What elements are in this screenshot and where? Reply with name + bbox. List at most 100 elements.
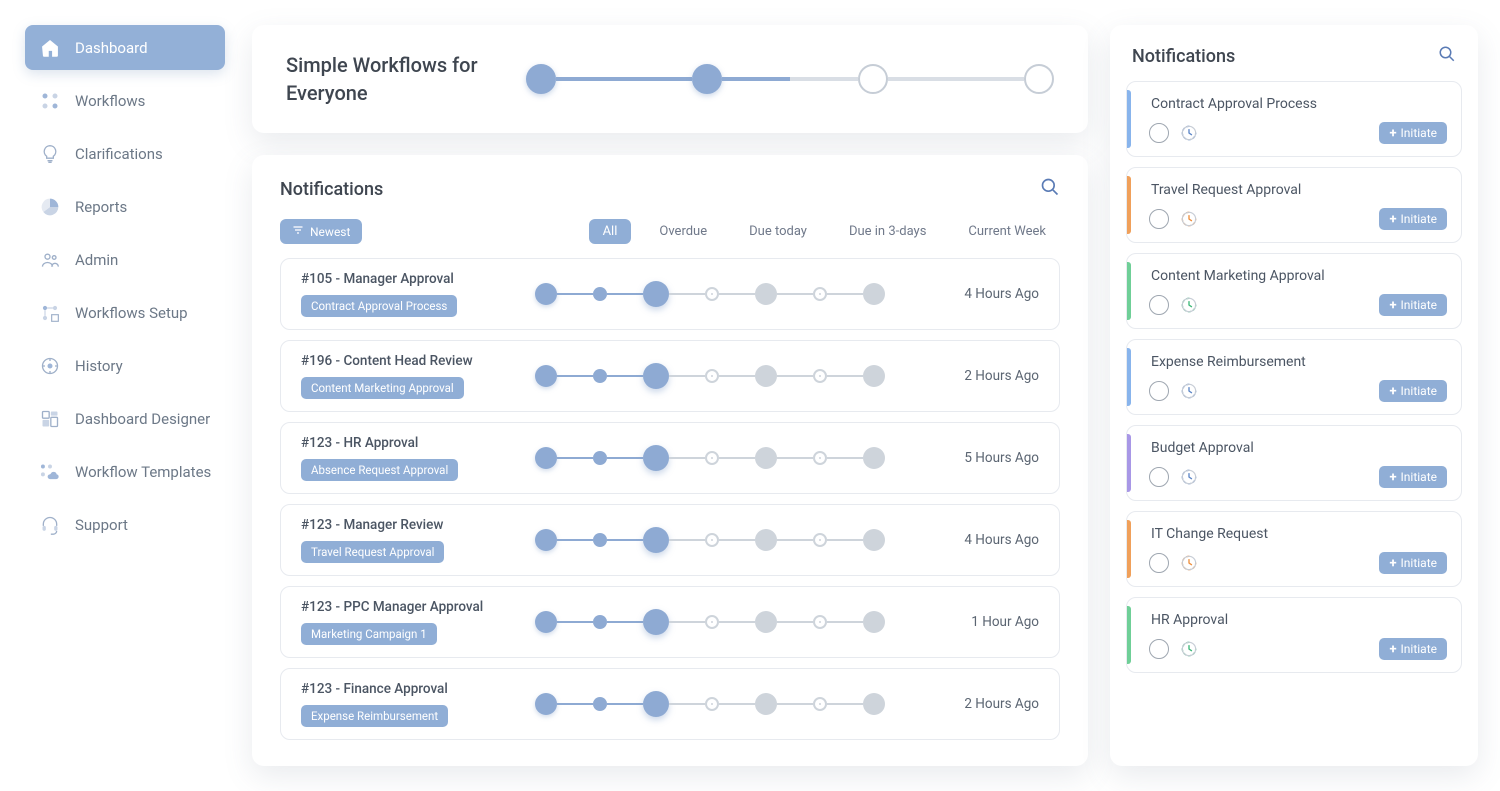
- workflow-card[interactable]: Budget Approval + Initiate: [1126, 425, 1462, 501]
- initiate-button[interactable]: + Initiate: [1379, 552, 1447, 574]
- workflow-card[interactable]: Contract Approval Process + Initiate: [1126, 81, 1462, 157]
- workflow-footer: + Initiate: [1143, 122, 1447, 144]
- sidebar-item-reports[interactable]: Reports: [25, 184, 225, 229]
- workflow-footer: + Initiate: [1143, 294, 1447, 316]
- workflow-stripe: [1127, 520, 1131, 578]
- initiate-label: Initiate: [1401, 126, 1437, 140]
- step-line: [777, 375, 813, 377]
- notifications-header: Notifications: [280, 177, 1060, 201]
- step-pending-icon: [755, 365, 777, 387]
- filter-tab-overdue[interactable]: Overdue: [645, 219, 721, 244]
- step-line: [607, 621, 643, 623]
- sidebar-item-admin[interactable]: Admin: [25, 237, 225, 282]
- workflows-list: Contract Approval Process + Initiate Tra…: [1126, 81, 1462, 748]
- workflows-title: Notifications: [1132, 46, 1235, 67]
- step-pending-icon: [705, 533, 719, 547]
- workflow-card[interactable]: Content Marketing Approval + Initiate: [1126, 253, 1462, 329]
- workflow-card[interactable]: Travel Request Approval + Initiate: [1126, 167, 1462, 243]
- notification-row[interactable]: #123 - Finance Approval Expense Reimburs…: [280, 668, 1060, 740]
- notification-info: #123 - Manager Review Travel Request App…: [301, 517, 501, 563]
- notification-row[interactable]: #196 - Content Head Review Content Marke…: [280, 340, 1060, 412]
- sidebar-item-support[interactable]: Support: [25, 502, 225, 547]
- filter-tab-current-wk[interactable]: Current Week: [954, 219, 1060, 244]
- step-line: [777, 457, 813, 459]
- filter-tab-all[interactable]: All: [589, 219, 632, 244]
- notification-progress: [525, 609, 895, 635]
- nodes-icon: [39, 90, 61, 112]
- plus-icon: +: [1389, 299, 1396, 312]
- step-line: [827, 293, 863, 295]
- notification-row[interactable]: #123 - PPC Manager Approval Marketing Ca…: [280, 586, 1060, 658]
- step-line: [719, 539, 755, 541]
- initiate-button[interactable]: + Initiate: [1379, 466, 1447, 488]
- workflow-footer: + Initiate: [1143, 380, 1447, 402]
- notification-time: 4 Hours Ago: [919, 286, 1039, 302]
- notification-time: 5 Hours Ago: [919, 450, 1039, 466]
- notification-row[interactable]: #123 - Manager Review Travel Request App…: [280, 504, 1060, 576]
- workflow-title: Budget Approval: [1143, 440, 1447, 456]
- step-line: [557, 457, 593, 459]
- step-line: [669, 703, 705, 705]
- filter-tab-due-today[interactable]: Due today: [735, 219, 821, 244]
- sidebar-item-label: Workflow Templates: [75, 463, 211, 481]
- notification-info: #196 - Content Head Review Content Marke…: [301, 353, 501, 399]
- notification-tag: Expense Reimbursement: [301, 705, 448, 727]
- sort-button[interactable]: Newest: [280, 219, 362, 244]
- sidebar-item-history[interactable]: History: [25, 343, 225, 388]
- workflow-card[interactable]: IT Change Request + Initiate: [1126, 511, 1462, 587]
- people-icon: [39, 249, 61, 271]
- step-line: [557, 703, 593, 705]
- sidebar-item-clarifications[interactable]: Clarifications: [25, 131, 225, 176]
- main-content: Simple Workflows for Everyone Notificati…: [240, 0, 1100, 791]
- workflow-card[interactable]: Expense Reimbursement + Initiate: [1126, 339, 1462, 415]
- notifications-title: Notifications: [280, 179, 383, 200]
- step-line: [607, 293, 643, 295]
- initiate-button[interactable]: + Initiate: [1379, 380, 1447, 402]
- sidebar-item-label: Workflows: [75, 92, 145, 110]
- notification-row[interactable]: #105 - Manager Approval Contract Approva…: [280, 258, 1060, 330]
- step-done-icon: [535, 693, 557, 715]
- sidebar-item-workflow-templates[interactable]: Workflow Templates: [25, 449, 225, 494]
- sidebar-item-dashboard-designer[interactable]: Dashboard Designer: [25, 396, 225, 441]
- sidebar-item-dashboard[interactable]: Dashboard: [25, 25, 225, 70]
- step-line: [719, 457, 755, 459]
- notification-row[interactable]: #123 - HR Approval Absence Request Appro…: [280, 422, 1060, 494]
- initiate-button[interactable]: + Initiate: [1379, 208, 1447, 230]
- search-icon[interactable]: [1040, 177, 1060, 201]
- step-line: [669, 375, 705, 377]
- notification-title: #123 - Finance Approval: [301, 681, 501, 697]
- progress-line: [888, 77, 1024, 81]
- status-circle-icon: [1149, 209, 1169, 229]
- step-current-icon: [643, 527, 669, 553]
- step-line: [777, 703, 813, 705]
- step-done-icon: [535, 529, 557, 551]
- notification-progress: [525, 445, 895, 471]
- step-pending-icon: [705, 287, 719, 301]
- nodes-setup-icon: [39, 302, 61, 324]
- workflow-footer: + Initiate: [1143, 638, 1447, 660]
- clock-icon: [1179, 123, 1199, 143]
- hero-title: Simple Workflows for Everyone: [286, 51, 486, 107]
- step-line: [669, 457, 705, 459]
- workflow-card[interactable]: HR Approval + Initiate: [1126, 597, 1462, 673]
- search-icon[interactable]: [1438, 45, 1456, 67]
- step-line: [607, 539, 643, 541]
- sidebar-item-workflows-setup[interactable]: Workflows Setup: [25, 290, 225, 335]
- pie-icon: [39, 196, 61, 218]
- initiate-button[interactable]: + Initiate: [1379, 294, 1447, 316]
- sidebar-item-label: Clarifications: [75, 145, 163, 163]
- step-line: [777, 293, 813, 295]
- initiate-button[interactable]: + Initiate: [1379, 122, 1447, 144]
- notification-tag: Absence Request Approval: [301, 459, 458, 481]
- filter-tab-due-3days[interactable]: Due in 3-days: [835, 219, 940, 244]
- step-line: [827, 457, 863, 459]
- sidebar-item-workflows[interactable]: Workflows: [25, 78, 225, 123]
- initiate-button[interactable]: + Initiate: [1379, 638, 1447, 660]
- clock-icon: [1179, 553, 1199, 573]
- step-pending-icon: [863, 693, 885, 715]
- cloud-nodes-icon: [39, 461, 61, 483]
- workflow-title: Contract Approval Process: [1143, 96, 1447, 112]
- step-pending-icon: [863, 365, 885, 387]
- step-pending-icon: [705, 369, 719, 383]
- notification-progress: [525, 281, 895, 307]
